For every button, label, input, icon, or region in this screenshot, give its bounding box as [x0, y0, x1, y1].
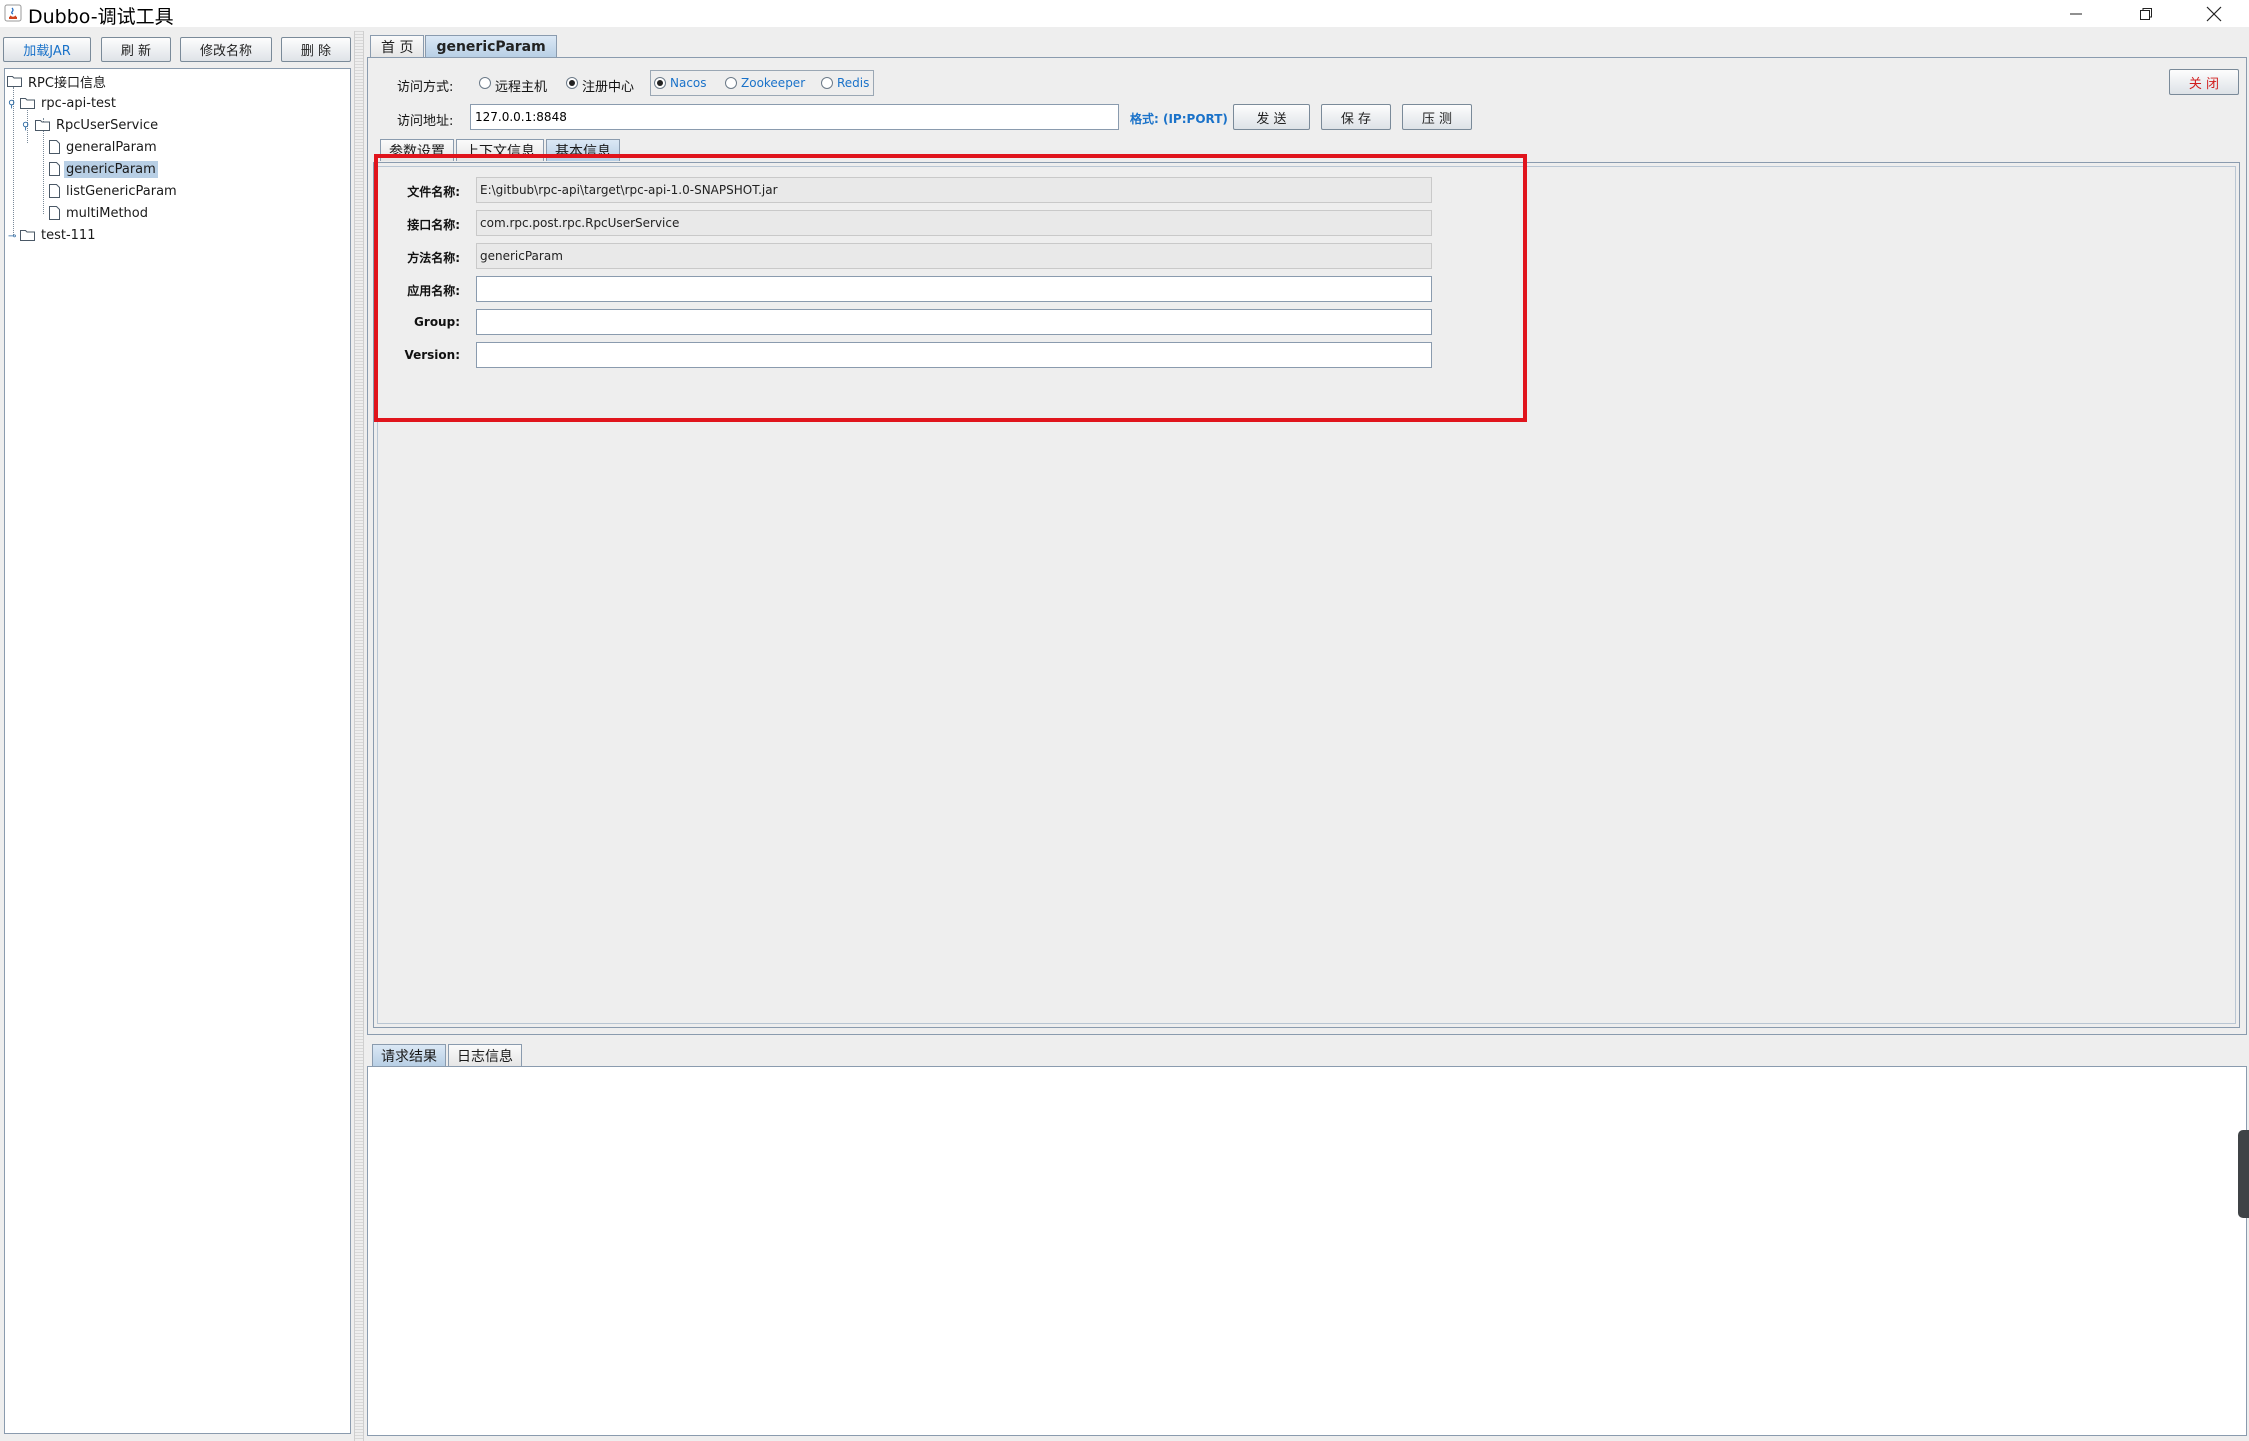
access-address-label: 访问地址:: [397, 114, 454, 129]
tree-label: RpcUserService: [56, 117, 159, 133]
tree-label: genericParam: [64, 160, 158, 178]
folder-open-icon: [35, 120, 50, 131]
load-jar-button[interactable]: 加载JAR: [3, 37, 91, 62]
access-mode-label: 访问方式:: [397, 80, 454, 95]
restore-button[interactable]: [2112, 0, 2180, 27]
tree-node-service[interactable]: RpcUserService: [35, 115, 160, 135]
folder-icon: [7, 76, 22, 87]
tree-node-method-selected[interactable]: genericParam: [49, 159, 158, 179]
file-icon: [49, 184, 60, 198]
remote-host-radio[interactable]: [479, 77, 491, 89]
redis-radio[interactable]: [821, 77, 833, 89]
file-icon: [49, 140, 60, 154]
collapse-handle-icon[interactable]: ⚲: [8, 99, 15, 110]
zookeeper-label: Zookeeper: [741, 76, 806, 90]
restore-icon: [2140, 7, 2152, 20]
annotation-highlight-box: [374, 154, 1527, 422]
tree-label: multiMethod: [66, 205, 148, 221]
address-input[interactable]: [470, 104, 1119, 130]
send-button[interactable]: 发 送: [1233, 104, 1310, 130]
delete-button[interactable]: 删 除: [281, 37, 351, 62]
result-tabs: 请求结果 日志信息: [372, 1044, 524, 1066]
folder-icon: [20, 230, 35, 241]
minimize-button[interactable]: [2042, 0, 2110, 27]
left-toolbar: 加载JAR 刷 新 修改名称 删 除: [0, 31, 358, 67]
tab-genericparam[interactable]: genericParam: [425, 35, 557, 57]
tree-label: generalParam: [66, 139, 157, 155]
tree-label: RPC接口信息: [28, 75, 106, 91]
stress-test-button[interactable]: 压 测: [1402, 104, 1472, 130]
rename-button[interactable]: 修改名称: [180, 37, 272, 62]
java-app-icon: [4, 4, 22, 22]
expand-handle-icon[interactable]: ⊸: [8, 231, 16, 242]
app-window: Dubbo-调试工具 加载JAR 刷 新 修改名称 删 除 RPC接口信息 ⚲ …: [0, 0, 2249, 1441]
remote-host-label: 远程主机: [495, 80, 548, 95]
file-icon: [49, 206, 60, 220]
title-bar: Dubbo-调试工具: [0, 0, 2249, 28]
collapse-handle-icon[interactable]: ⚲: [22, 121, 29, 132]
nacos-label: Nacos: [670, 76, 707, 90]
tab-home[interactable]: 首 页: [370, 35, 425, 57]
tree-node-project[interactable]: test-111: [20, 225, 97, 245]
registry-center-label: 注册中心: [582, 80, 635, 95]
refresh-button[interactable]: 刷 新: [101, 37, 171, 62]
redis-label: Redis: [837, 76, 870, 90]
vertical-splitter[interactable]: [354, 31, 364, 1441]
tree-node-method[interactable]: listGenericParam: [49, 181, 179, 201]
tree-node-method[interactable]: generalParam: [49, 137, 159, 157]
tree-label: rpc-api-test: [41, 95, 116, 111]
close-window-button[interactable]: [2180, 0, 2248, 27]
minimize-icon: [2070, 13, 2082, 14]
close-icon: [2206, 6, 2222, 21]
tab-request-result[interactable]: 请求结果: [372, 1044, 446, 1066]
window-title: Dubbo-调试工具: [28, 6, 174, 28]
tree-node-root[interactable]: RPC接口信息: [7, 71, 108, 91]
zookeeper-radio[interactable]: [725, 77, 737, 89]
file-icon: [49, 162, 60, 176]
close-tab-button[interactable]: 关 闭: [2169, 69, 2239, 95]
side-drag-handle[interactable]: [2238, 1130, 2249, 1218]
tree-node-method[interactable]: multiMethod: [49, 203, 150, 223]
format-hint: 格式: (IP:PORT): [1130, 112, 1228, 126]
tree-label: listGenericParam: [66, 183, 177, 199]
save-button[interactable]: 保 存: [1321, 104, 1391, 130]
tree-node-project[interactable]: rpc-api-test: [20, 93, 118, 113]
result-panel: [367, 1066, 2247, 1436]
tree-label: test-111: [41, 227, 96, 243]
main-tabs: 首 页 genericParam: [370, 35, 558, 57]
tab-log-info[interactable]: 日志信息: [448, 1044, 522, 1066]
rpc-tree: RPC接口信息 ⚲ rpc-api-test ⚲ RpcUserService …: [4, 68, 351, 1434]
folder-open-icon: [20, 98, 35, 109]
registry-center-radio[interactable]: [566, 77, 578, 89]
nacos-radio[interactable]: [654, 77, 666, 89]
